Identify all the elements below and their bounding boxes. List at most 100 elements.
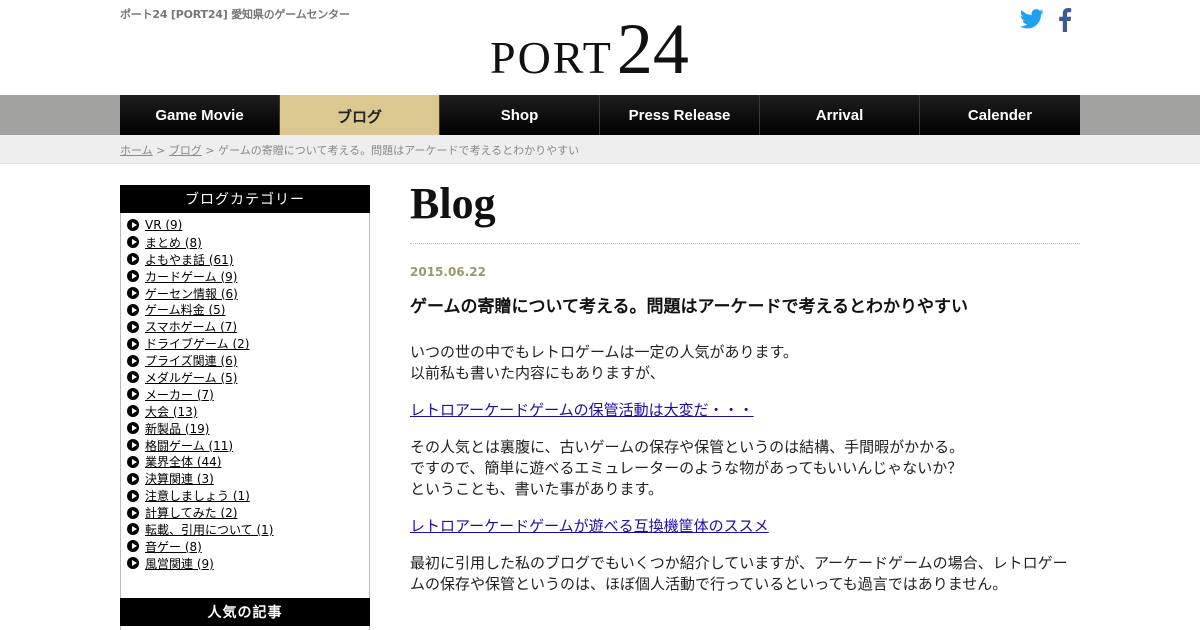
play-bullet-icon: [127, 287, 139, 299]
category-link[interactable]: ゲーセン情報 (6): [145, 285, 238, 302]
category-link[interactable]: VR (9): [145, 218, 182, 232]
category-link[interactable]: 格闘ゲーム (11): [145, 437, 233, 454]
play-bullet-icon: [127, 388, 139, 401]
breadcrumb-home-link[interactable]: ホーム: [120, 144, 153, 157]
category-item[interactable]: カードゲーム (9): [127, 268, 361, 285]
post-line: ですので、簡単に遊べるエミュレーターのような物があってもいいんじゃないか？: [410, 459, 963, 477]
logo-word: PORT: [490, 32, 613, 83]
main-nav: Game Movie ブログ Shop Press Release Arriva…: [120, 95, 1080, 135]
category-item[interactable]: 風営関連 (9): [127, 555, 361, 572]
popular-heading: 人気の記事: [120, 598, 370, 626]
category-link[interactable]: メダルゲーム (5): [145, 369, 237, 386]
site-tagline: ポート24 [PORT24] 愛知県のゲームセンター: [120, 8, 350, 21]
category-item[interactable]: 業界全体 (44): [127, 453, 361, 470]
category-link[interactable]: スマホゲーム (7): [145, 318, 237, 335]
play-bullet-icon: [127, 320, 139, 333]
post-line: その人気とは裏腹に、古いゲームの保存や保管というのは結構、手間暇がかかる。: [410, 438, 965, 456]
logo-number: 24: [616, 9, 689, 89]
facebook-f-icon[interactable]: [1058, 8, 1072, 32]
category-item[interactable]: ゲーム料金 (5): [127, 301, 361, 318]
play-bullet-icon: [127, 422, 139, 435]
category-link[interactable]: 注意しましょう (1): [145, 487, 250, 504]
category-item[interactable]: ドライブゲーム (2): [127, 335, 361, 352]
heading-divider: [410, 243, 1080, 244]
post-link-compatible-cabinet[interactable]: レトロアーケードゲームが遊べる互換機筐体のススメ: [410, 516, 769, 537]
play-bullet-icon: [127, 405, 139, 418]
post-link-retro-storage[interactable]: レトロアーケードゲームの保管活動は大変だ・・・: [410, 400, 754, 421]
breadcrumb-current: ゲームの寄贈について考える。問題はアーケードで考えるとわかりやすい: [218, 144, 580, 157]
post-paragraph: その人気とは裏腹に、古いゲームの保存や保管というのは結構、手間暇がかかる。 です…: [410, 437, 1080, 500]
category-item[interactable]: メーカー (7): [127, 386, 361, 403]
post-paragraph: 最初に引用した私のブログでもいくつか紹介していますが、アーケードゲームの場合、レ…: [410, 554, 1068, 593]
play-bullet-icon: [127, 253, 139, 266]
play-bullet-icon: [127, 506, 139, 519]
category-item[interactable]: VR (9): [127, 217, 361, 234]
page-title: Blog: [410, 179, 496, 228]
post-title: ゲームの寄贈について考える。問題はアーケードで考えるとわかりやすい: [410, 297, 968, 317]
category-link[interactable]: ドライブゲーム (2): [145, 335, 249, 352]
category-link[interactable]: ゲーム料金 (5): [145, 301, 225, 318]
category-box: VR (9) まとめ (8) よもやま話 (61) カードゲーム (9) ゲーセン情報 …: [120, 213, 370, 604]
play-bullet-icon: [127, 489, 139, 502]
category-link[interactable]: プライズ関連 (6): [145, 352, 237, 369]
nav-item-press-release[interactable]: Press Release: [600, 95, 760, 135]
category-link[interactable]: 音ゲー (8): [145, 538, 202, 555]
breadcrumb-blog-link[interactable]: ブログ: [169, 144, 202, 157]
category-item[interactable]: 転載、引用について (1): [127, 521, 361, 538]
category-item[interactable]: ゲーセン情報 (6): [127, 285, 361, 302]
play-bullet-icon: [127, 472, 139, 485]
post-line: 以前私も書いた内容にもありますが、: [410, 364, 665, 382]
category-item[interactable]: 新製品 (19): [127, 420, 361, 437]
category-link[interactable]: よもやま話 (61): [145, 251, 233, 268]
category-item[interactable]: プライズ関連 (6): [127, 352, 361, 369]
breadcrumb-separator: >: [152, 144, 169, 157]
category-link[interactable]: 業界全体 (44): [145, 453, 221, 470]
twitter-bird-icon[interactable]: [1020, 8, 1044, 32]
post-paragraph: いつの世の中でもレトロゲームは一定の人気があります。 以前私も書いた内容にもあり…: [410, 342, 1080, 384]
category-link[interactable]: まとめ (8): [145, 234, 202, 251]
category-item[interactable]: まとめ (8): [127, 234, 361, 251]
social-links: [1020, 8, 1072, 32]
post-date: 2015.06.22: [410, 265, 486, 279]
category-link[interactable]: 決算関連 (3): [145, 470, 214, 487]
category-list: VR (9) まとめ (8) よもやま話 (61) カードゲーム (9) ゲーセン情報 …: [127, 217, 361, 572]
play-bullet-icon: [127, 303, 139, 316]
category-link[interactable]: メーカー (7): [145, 386, 214, 403]
category-item[interactable]: 決算関連 (3): [127, 470, 361, 487]
category-item[interactable]: 音ゲー (8): [127, 538, 361, 555]
category-link[interactable]: 計算してみた (2): [145, 504, 237, 521]
category-link[interactable]: カードゲーム (9): [145, 268, 237, 285]
main-content: Blog: [410, 175, 1080, 233]
nav-item-calender[interactable]: Calender: [920, 95, 1080, 135]
play-bullet-icon: [127, 219, 139, 232]
play-bullet-icon: [127, 540, 139, 553]
category-item[interactable]: スマホゲーム (7): [127, 318, 361, 335]
post-line: いつの世の中でもレトロゲームは一定の人気があります。: [410, 343, 799, 361]
breadcrumb: ホーム > ブログ > ゲームの寄贈について考える。問題はアーケードで考えるとわ…: [120, 142, 579, 158]
play-bullet-icon: [127, 439, 139, 452]
category-item[interactable]: 注意しましょう (1): [127, 487, 361, 504]
post-line: ということも、書いた事があります。: [410, 480, 664, 498]
play-bullet-icon: [127, 455, 139, 468]
category-link[interactable]: 転載、引用について (1): [145, 521, 273, 538]
nav-item-arrival[interactable]: Arrival: [760, 95, 920, 135]
play-bullet-icon: [127, 557, 139, 570]
category-item[interactable]: 計算してみた (2): [127, 504, 361, 521]
category-item[interactable]: 大会 (13): [127, 403, 361, 420]
nav-item-shop[interactable]: Shop: [440, 95, 600, 135]
nav-item-blog[interactable]: ブログ: [280, 95, 440, 135]
category-link[interactable]: 風営関連 (9): [145, 555, 214, 572]
category-link[interactable]: 大会 (13): [145, 403, 197, 420]
nav-item-game-movie[interactable]: Game Movie: [120, 95, 280, 135]
site-logo[interactable]: PORT24: [490, 8, 689, 89]
category-item[interactable]: よもやま話 (61): [127, 251, 361, 268]
site-header: ポート24 [PORT24] 愛知県のゲームセンター PORT24: [0, 0, 1200, 95]
play-bullet-icon: [127, 337, 139, 350]
category-item[interactable]: 格闘ゲーム (11): [127, 437, 361, 454]
category-link[interactable]: 新製品 (19): [145, 420, 209, 437]
breadcrumb-separator: >: [201, 144, 219, 157]
popular-box: [120, 626, 370, 630]
play-bullet-icon: [127, 270, 139, 283]
play-bullet-icon: [127, 371, 139, 384]
category-item[interactable]: メダルゲーム (5): [127, 369, 361, 386]
